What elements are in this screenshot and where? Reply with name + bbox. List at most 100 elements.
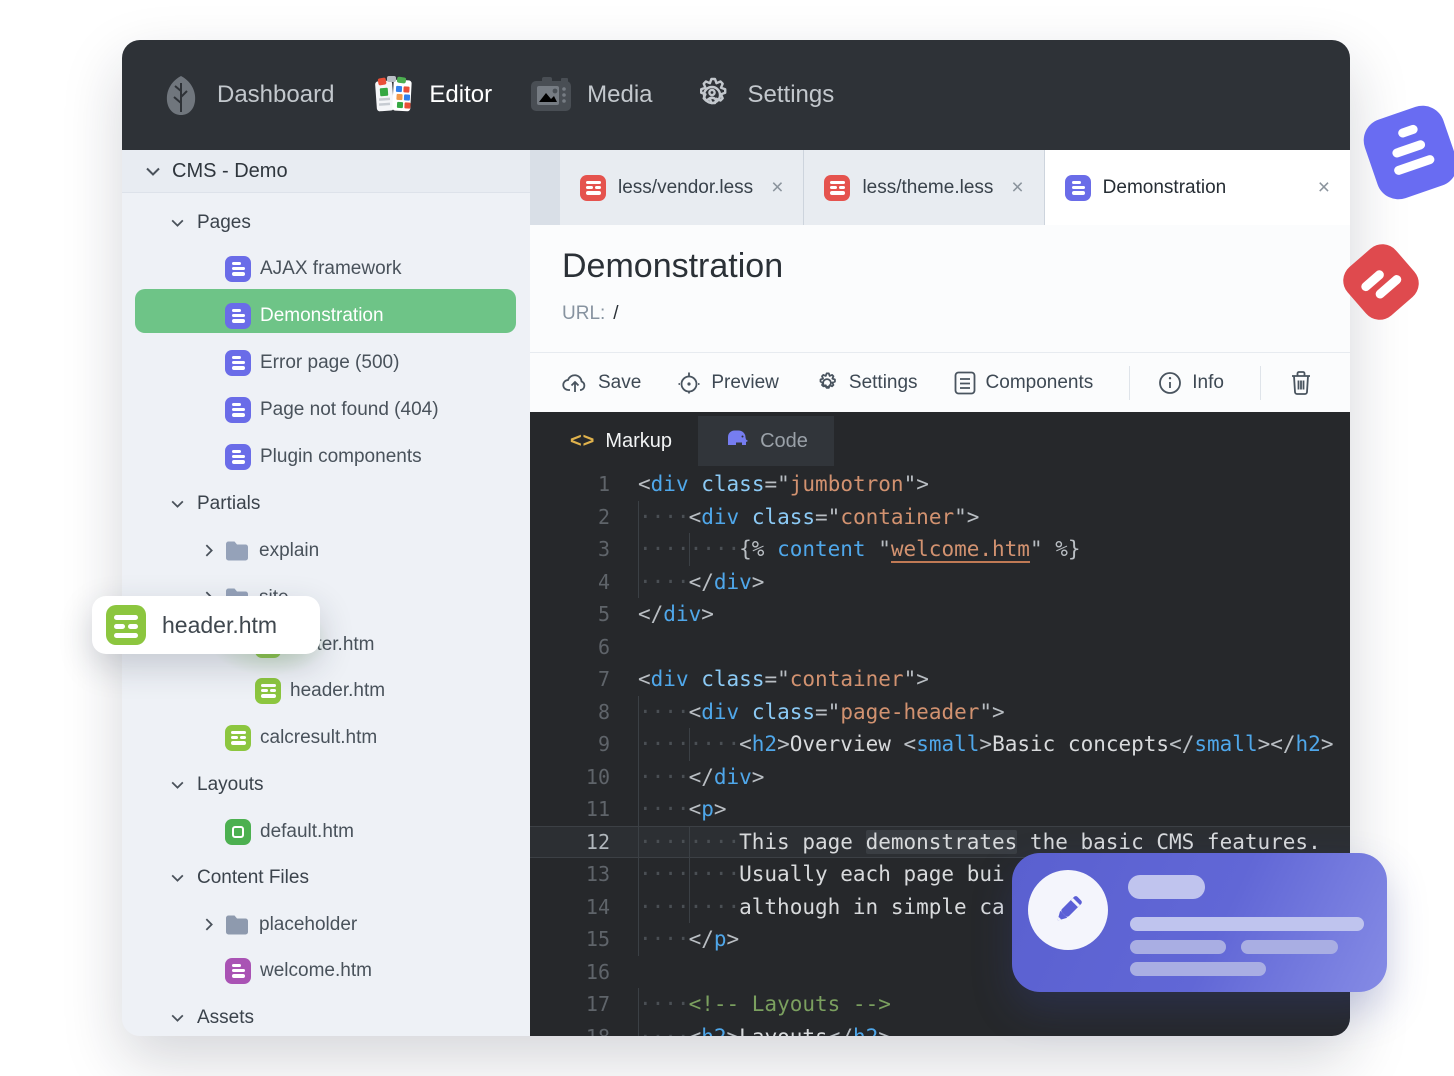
- nav-settings[interactable]: Settings: [691, 74, 835, 116]
- page-icon: [225, 396, 251, 423]
- info-button[interactable]: Info: [1158, 371, 1224, 395]
- page-icon: [225, 255, 251, 282]
- skeleton-line: [1130, 962, 1266, 976]
- editor-tab-bar: <> Markup Code: [530, 416, 834, 466]
- chevron-down-icon: [144, 162, 162, 180]
- sidebar-item-plugin-components[interactable]: Plugin components: [122, 433, 530, 480]
- chevron-right-icon: [200, 916, 218, 934]
- gear-icon: [819, 372, 836, 389]
- leaf-logo-icon: [160, 74, 202, 116]
- nav-label: Editor: [429, 81, 493, 108]
- tab-theme-less[interactable]: less/theme.less ×: [804, 150, 1045, 225]
- layout-icon: [225, 818, 251, 845]
- floating-page-icon: [1357, 99, 1454, 206]
- code-line: 10 ····</div>: [530, 760, 1350, 793]
- skeleton-title-bar: [1128, 875, 1205, 899]
- pencil-icon: [1057, 896, 1082, 921]
- chevron-down-icon: [168, 495, 186, 513]
- document-toolbar: Save Preview Settings Components Info: [530, 353, 1350, 412]
- less-file-icon: [580, 174, 606, 201]
- toolbar-divider: [1129, 365, 1131, 400]
- partial-icon: [106, 605, 146, 645]
- drag-ghost-header-htm[interactable]: header.htm: [92, 596, 320, 654]
- preview-button[interactable]: Preview: [677, 371, 779, 395]
- code-line: 1 <div class="jumbotron">: [597, 472, 929, 496]
- chevron-down-icon: [168, 776, 186, 794]
- components-button[interactable]: Components: [954, 371, 1093, 395]
- page-icon: [225, 349, 251, 376]
- nav-label: Media: [587, 81, 653, 108]
- top-navigation: Dashboard Editor Media Settings: [122, 40, 1350, 150]
- code-line: 6: [597, 634, 610, 659]
- nav-dashboard[interactable]: Dashboard: [160, 74, 334, 116]
- skeleton-line: [1241, 940, 1338, 954]
- page-title: Demonstration: [562, 247, 784, 285]
- sidebar-section-partials[interactable]: Partials: [122, 480, 530, 527]
- tab-vendor-less[interactable]: less/vendor.less ×: [560, 150, 805, 225]
- cloud-upload-icon: [562, 373, 586, 392]
- toolbar-divider: [1259, 365, 1261, 400]
- sidebar-folder-explain[interactable]: explain: [122, 527, 530, 574]
- tab-markup[interactable]: <> Markup: [544, 416, 698, 466]
- sidebar-item-demonstration[interactable]: Demonstration: [122, 292, 530, 339]
- trash-icon: [1291, 370, 1310, 395]
- code-line: 11 ····<p>: [530, 793, 1350, 826]
- skeleton-line: [1130, 917, 1364, 931]
- chevron-down-icon: [168, 869, 186, 887]
- sidebar-item-default-htm[interactable]: default.htm: [122, 808, 530, 855]
- tabbar-strip: [530, 150, 560, 225]
- media-camera-icon: [530, 74, 572, 116]
- code-line: 9 ········<h2>Overview <small>Basic conce…: [530, 728, 1350, 761]
- sidebar-section-layouts[interactable]: Layouts: [122, 761, 530, 808]
- page-icon: [1064, 174, 1091, 201]
- editor-icon: [372, 74, 414, 116]
- close-icon[interactable]: ×: [771, 176, 783, 200]
- sidebar-root-header[interactable]: CMS - Demo: [122, 150, 530, 193]
- chevron-down-icon: [168, 214, 186, 232]
- less-file-icon: [824, 174, 851, 201]
- settings-button[interactable]: Settings: [815, 371, 918, 395]
- code-line: 2 ····<div class="container">: [530, 500, 1350, 533]
- nav-label: Settings: [747, 81, 835, 108]
- php-elephant-icon: [724, 428, 750, 454]
- close-icon[interactable]: ×: [1318, 176, 1330, 200]
- code-line: 4 ····</div>: [530, 565, 1350, 598]
- close-icon[interactable]: ×: [1011, 176, 1023, 200]
- url-line: URL: /: [562, 303, 619, 324]
- info-icon: [1159, 371, 1182, 394]
- save-button[interactable]: Save: [562, 372, 641, 394]
- delete-button[interactable]: [1289, 370, 1313, 396]
- markup-brackets-icon: <>: [570, 429, 596, 452]
- document-header: Demonstration URL: /: [530, 225, 1350, 353]
- tab-code[interactable]: Code: [698, 416, 834, 466]
- sidebar-section-content-files[interactable]: Content Files: [122, 854, 530, 901]
- code-line: 18····<h2>Layouts</h2>: [530, 1020, 1350, 1036]
- partial-icon: [255, 677, 281, 704]
- sidebar-item-calcresult-htm[interactable]: calcresult.htm: [122, 714, 530, 761]
- nav-media[interactable]: Media: [530, 74, 653, 116]
- preview-target-icon: [678, 372, 700, 393]
- folder-icon: [224, 914, 250, 936]
- sidebar-section-pages[interactable]: Pages: [122, 199, 530, 246]
- code-line: 5 </div>: [597, 602, 714, 626]
- tab-demonstration[interactable]: Demonstration ×: [1044, 150, 1350, 225]
- code-line: 8 ····<div class="page-header">: [530, 695, 1350, 728]
- pencil-badge: [1028, 870, 1108, 950]
- code-line: 17 ····<!-- Layouts -->: [530, 988, 1350, 1021]
- page-icon: [225, 302, 251, 329]
- sidebar-item-error-page[interactable]: Error page (500): [122, 339, 530, 386]
- nav-editor[interactable]: Editor: [372, 74, 492, 116]
- sidebar-item-page-not-found[interactable]: Page not found (404): [122, 386, 530, 433]
- sidebar-item-ajax-framework[interactable]: AJAX framework: [122, 245, 530, 292]
- sidebar-item-welcome-htm[interactable]: welcome.htm: [122, 947, 530, 994]
- page-icon: [225, 443, 251, 470]
- url-value: /: [613, 303, 619, 324]
- sidebar-folder-placeholder[interactable]: placeholder: [122, 901, 530, 948]
- code-line: 3 ········{% content "welcome.htm" %}: [530, 533, 1350, 566]
- sidebar-section-assets[interactable]: Assets: [122, 994, 530, 1036]
- content-icon: [225, 957, 251, 984]
- chevron-down-icon: [168, 1009, 186, 1027]
- floating-edit-card: [1012, 853, 1387, 992]
- chevron-right-icon: [200, 542, 218, 560]
- skeleton-line: [1130, 940, 1226, 954]
